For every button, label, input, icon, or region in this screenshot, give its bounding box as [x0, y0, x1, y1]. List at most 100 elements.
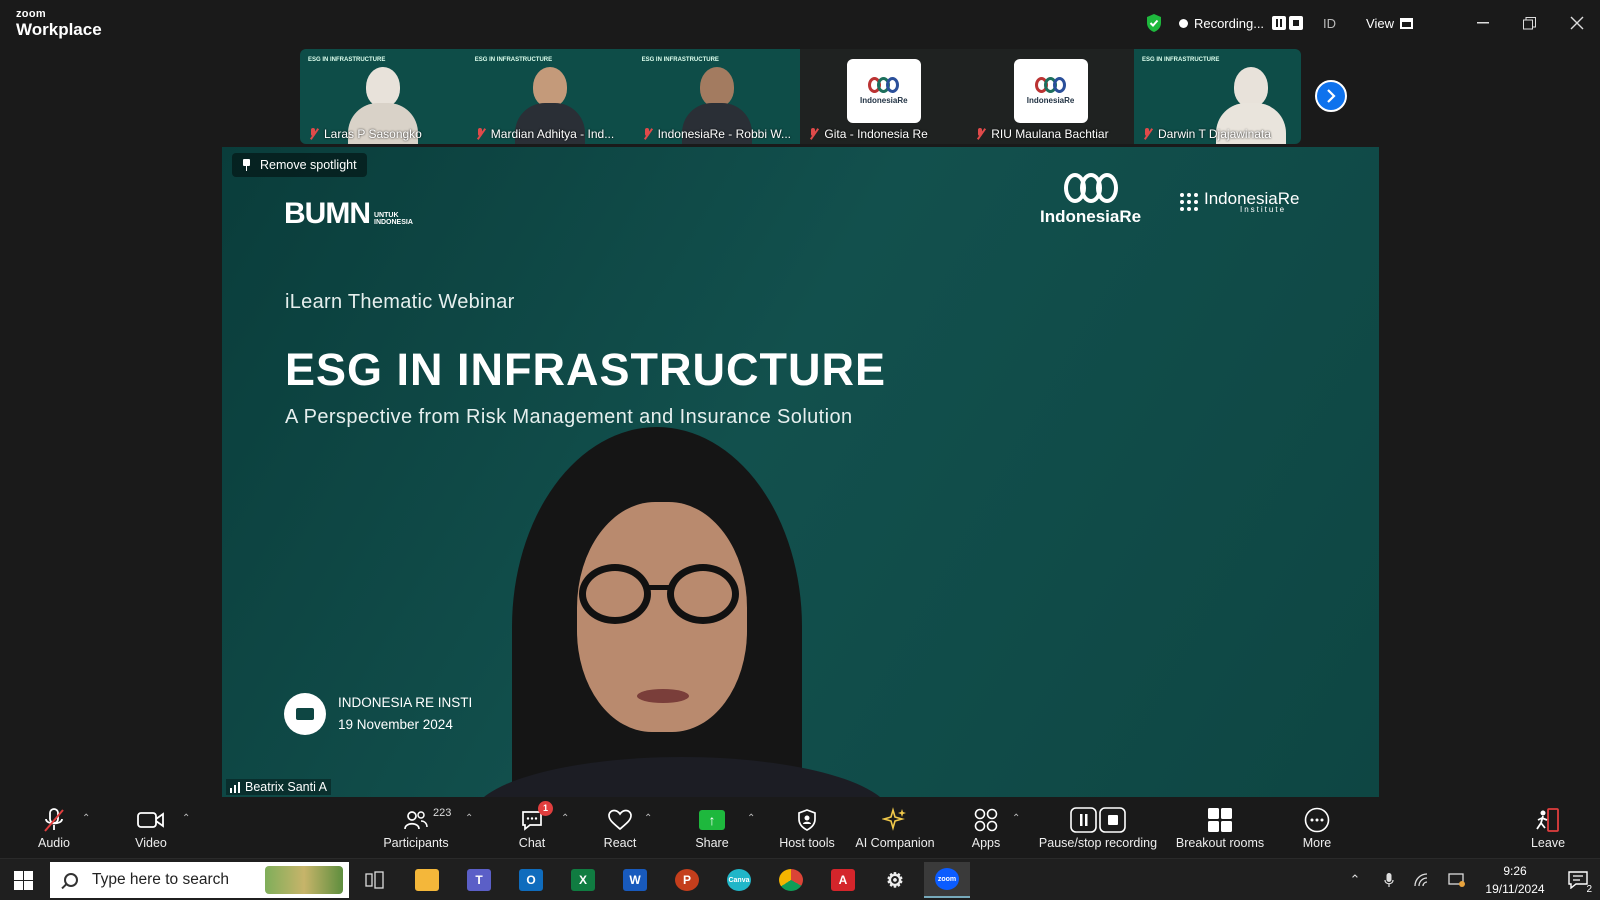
react-options-caret-icon[interactable]: ⌃ [644, 813, 652, 824]
remove-spotlight-button[interactable]: Remove spotlight [232, 153, 367, 177]
audio-button[interactable]: Audio [34, 797, 74, 858]
task-view-button[interactable] [352, 862, 398, 898]
tile-name: Darwin T Djajawinata [1142, 127, 1271, 141]
more-dots-icon [1304, 807, 1330, 832]
taskbar-clock[interactable]: 9:26 19/11/2024 [1474, 862, 1556, 898]
video-camera-icon [284, 692, 326, 735]
share-options-caret-icon[interactable]: ⌃ [747, 813, 755, 824]
more-button[interactable]: More [1297, 797, 1337, 858]
taskbar-excel[interactable]: X [560, 862, 606, 898]
pause-recording-icon[interactable] [1272, 16, 1287, 30]
participant-video [699, 67, 734, 107]
excel-icon: X [571, 869, 595, 891]
breakout-rooms-icon [1208, 807, 1232, 832]
title-bar-controls: Recording... ID View [1145, 0, 1600, 46]
display-tray-icon[interactable] [1440, 859, 1474, 900]
video-label: Video [135, 835, 167, 850]
chrome-icon [779, 869, 803, 891]
notifications-button[interactable]: 2 [1556, 859, 1600, 900]
indonesia-re-avatar: IndonesiaRe [846, 59, 921, 123]
taskbar-chrome[interactable] [768, 862, 814, 898]
participant-tile[interactable]: IndonesiaRe Gita - Indonesia Re [800, 49, 968, 144]
pause-stop-icon [1070, 806, 1126, 833]
host-tools-button[interactable]: Host tools [775, 797, 839, 858]
view-button[interactable]: View [1366, 16, 1394, 31]
taskbar-teams[interactable]: T [456, 862, 502, 898]
gear-icon: ⚙ [886, 869, 904, 892]
participants-options-caret-icon[interactable]: ⌃ [465, 813, 473, 824]
close-button[interactable] [1553, 0, 1600, 46]
indonesia-re-rings-icon [868, 77, 900, 93]
recording-label: Recording... [1193, 15, 1265, 31]
security-shield-icon[interactable] [1145, 13, 1163, 33]
taskbar-powerpoint[interactable]: P [664, 862, 710, 898]
indonesia-re-avatar: IndonesiaRe [1013, 59, 1088, 123]
participant-tile[interactable]: ESG IN INFRASTRUCTURE Laras P Sasongko [300, 49, 467, 144]
pause-stop-recording-label: Pause/stop recording [1038, 835, 1158, 850]
show-hidden-icons-chevron-icon[interactable]: ⌃ [1338, 859, 1372, 900]
participants-count: 223 [433, 807, 452, 819]
breakout-rooms-button[interactable]: Breakout rooms [1173, 797, 1267, 858]
stop-recording-icon[interactable] [1289, 16, 1304, 30]
video-button[interactable]: Video [130, 797, 172, 858]
wifi-icon[interactable] [1406, 859, 1440, 900]
video-options-caret-icon[interactable]: ⌃ [182, 813, 190, 824]
minimize-button[interactable] [1459, 0, 1506, 46]
participant-tile[interactable]: IndonesiaRe RIU Maulana Bachtiar [967, 49, 1134, 144]
participant-tile[interactable]: ESG IN INFRASTRUCTURE Mardian Adhitya - … [466, 49, 634, 144]
slide-kicker: iLearn Thematic Webinar [285, 291, 515, 313]
teams-icon: T [467, 869, 491, 891]
taskbar-file-explorer[interactable] [404, 862, 450, 898]
share-button[interactable]: ↑ Share [692, 797, 732, 858]
chat-label: Chat [518, 835, 546, 850]
bumn-logo: BUMN UNTUK INDONESIA [284, 197, 430, 231]
microphone-tray-icon[interactable] [1372, 859, 1406, 900]
windows-start-icon[interactable] [14, 871, 33, 890]
apps-button[interactable]: Apps [966, 797, 1006, 858]
bumn-logo-text: BUMN [284, 197, 371, 230]
leave-button[interactable]: Leave [1528, 797, 1568, 858]
taskbar-zoom[interactable]: zoom [924, 862, 970, 898]
tile-slide-text: ESG IN INFRASTRUCTURE [641, 57, 719, 63]
remove-spotlight-label: Remove spotlight [260, 158, 357, 172]
leave-label: Leave [1530, 835, 1566, 850]
participant-tile[interactable]: ESG IN INFRASTRUCTURE Darwin T Djajawina… [1133, 49, 1301, 144]
react-button[interactable]: React [600, 797, 640, 858]
restore-button[interactable] [1506, 0, 1553, 46]
view-grid-icon[interactable] [1400, 17, 1413, 29]
indonesia-re-rings-icon [1063, 173, 1118, 203]
chat-button[interactable]: 1 Chat [512, 797, 553, 858]
spotlight-video: Remove spotlight BUMN UNTUK INDONESIA In… [222, 147, 1379, 797]
pause-stop-recording-button[interactable]: Pause/stop recording [1036, 797, 1160, 858]
chat-options-caret-icon[interactable]: ⌃ [561, 813, 569, 824]
apps-label: Apps [971, 835, 1001, 850]
minimize-icon [1476, 22, 1489, 24]
tile-name: Laras P Sasongko [308, 127, 422, 141]
slide-venue: INDONESIA RE INSTI 19 November 2024 [284, 692, 472, 735]
meeting-id-label[interactable]: ID [1323, 16, 1336, 31]
slide-title: ESG IN INFRASTRUCTURE [285, 344, 887, 395]
speaker-name-tag: Beatrix Santi A [226, 779, 331, 795]
apps-options-caret-icon[interactable]: ⌃ [1012, 813, 1020, 824]
zoom-workplace-logo: zoom Workplace [16, 9, 102, 39]
gallery-next-button[interactable] [1315, 80, 1347, 112]
ai-sparkle-icon [882, 806, 906, 831]
indonesia-re-logo-text: IndonesiaRe [1040, 207, 1142, 226]
title-bar: zoom Workplace Recording... ID View [0, 0, 1600, 46]
taskbar-outlook[interactable]: O [508, 862, 554, 898]
taskbar-search-box[interactable]: Type here to search [50, 862, 349, 898]
react-label: React [603, 835, 637, 850]
taskbar-settings[interactable]: ⚙ [872, 862, 918, 898]
audio-options-caret-icon[interactable]: ⌃ [82, 813, 90, 824]
avatar-logo-text: IndonesiaRe [1026, 96, 1075, 105]
ai-companion-button[interactable]: AI Companion [852, 797, 938, 858]
tile-name: Gita - Indonesia Re [808, 127, 928, 141]
taskbar-word[interactable]: W [612, 862, 658, 898]
participant-tile[interactable]: ESG IN INFRASTRUCTURE IndonesiaRe - Robb… [633, 49, 801, 144]
taskbar-canva[interactable]: Canva [716, 862, 762, 898]
breakout-rooms-label: Breakout rooms [1175, 835, 1265, 850]
taskbar-acrobat[interactable]: A [820, 862, 866, 898]
system-tray: ⌃ 9:26 19/11/2024 2 [1338, 859, 1600, 900]
venue-line: INDONESIA RE INSTI [338, 695, 473, 710]
audio-label: Audio [38, 835, 70, 850]
